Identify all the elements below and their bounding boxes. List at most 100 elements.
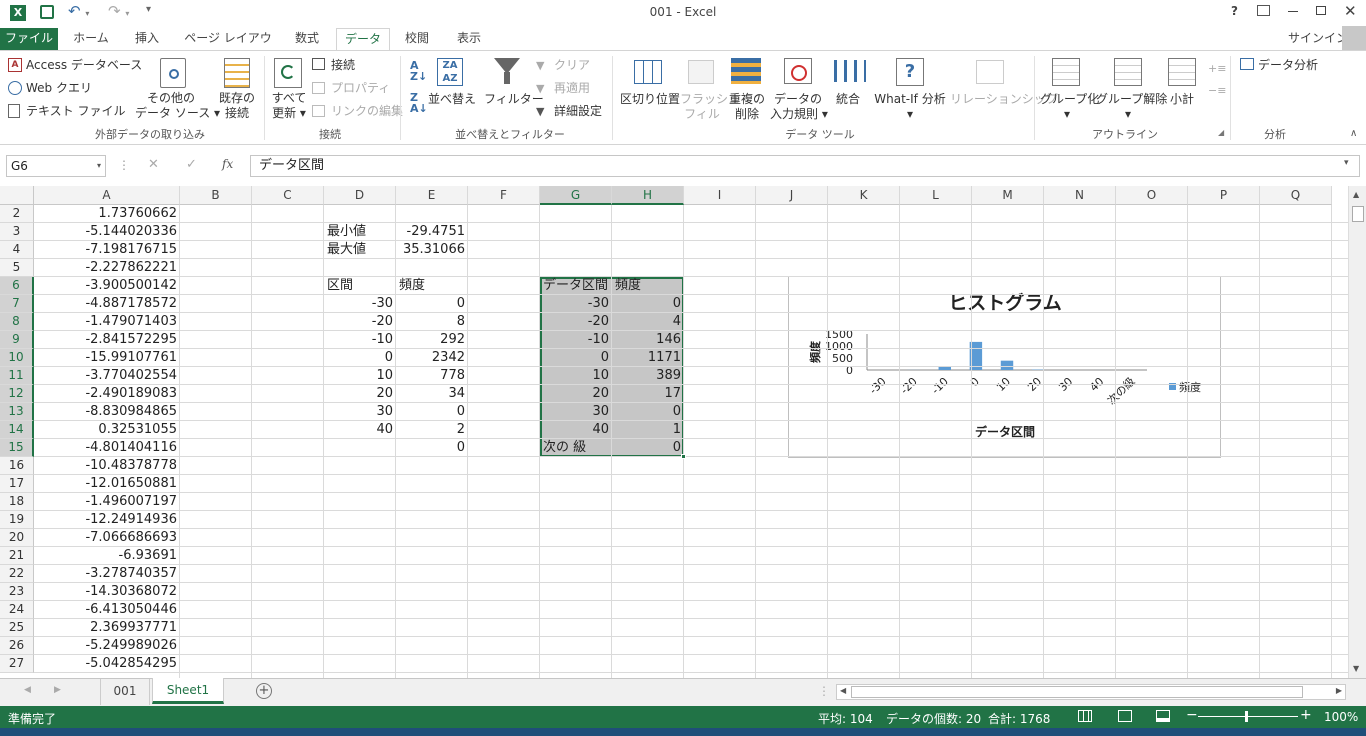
cell-freq[interactable]: 778	[396, 367, 468, 385]
cell-bin[interactable]: 30	[324, 403, 396, 421]
column-header-q[interactable]: Q	[1260, 186, 1332, 205]
row-header-10[interactable]: 10	[0, 349, 34, 367]
cell-freq[interactable]: 0	[396, 295, 468, 313]
scroll-right-icon[interactable]: ▶	[1336, 686, 1342, 695]
cell-max-label[interactable]: 最大値	[324, 241, 396, 259]
cell-a[interactable]: -2.490189083	[34, 385, 180, 403]
cell-data-bin[interactable]: 0	[540, 349, 612, 367]
row-header-13[interactable]: 13	[0, 403, 34, 421]
existing-connections-button[interactable]: 既存の 接続	[214, 91, 260, 121]
column-header-g[interactable]: G	[540, 186, 612, 205]
expand-formula-icon[interactable]: ▾	[1344, 158, 1349, 168]
cell-bin[interactable]: -10	[324, 331, 396, 349]
cell-a[interactable]: 1.73760662	[34, 205, 180, 223]
row-header-27[interactable]: 27	[0, 655, 34, 673]
cell-data-freq[interactable]: 0	[612, 439, 684, 457]
advanced-filter-button[interactable]: 詳細設定	[554, 104, 602, 119]
minimize-button[interactable]	[1288, 11, 1298, 12]
row-header-3[interactable]: 3	[0, 223, 34, 241]
normal-view-icon[interactable]	[1078, 710, 1092, 722]
cell-freq[interactable]: 2	[396, 421, 468, 439]
select-all-corner[interactable]	[0, 186, 34, 205]
tab-review[interactable]: 校閲	[396, 28, 438, 50]
cell-a[interactable]: -3.278740357	[34, 565, 180, 583]
from-web-button[interactable]: Web クエリ	[26, 81, 92, 96]
insert-function-icon[interactable]: fx	[222, 157, 233, 171]
redo-icon[interactable]: ↷ ▾	[108, 2, 129, 20]
cell-a[interactable]: -7.066686693	[34, 529, 180, 547]
cell-data-freq[interactable]: 17	[612, 385, 684, 403]
row-header-8[interactable]: 8	[0, 313, 34, 331]
h-scrollbar-thumb[interactable]	[851, 686, 1303, 698]
cell-bin[interactable]: 20	[324, 385, 396, 403]
cell-freq[interactable]: 292	[396, 331, 468, 349]
row-header-2[interactable]: 2	[0, 205, 34, 223]
tab-formulas[interactable]: 数式	[284, 28, 330, 50]
cell-a[interactable]: -2.227862221	[34, 259, 180, 277]
cell-data-freq[interactable]: 389	[612, 367, 684, 385]
outline-dialog-launcher-icon[interactable]: ◢	[1218, 128, 1224, 137]
sort-desc-icon[interactable]: Z A↓	[410, 92, 428, 114]
row-header-18[interactable]: 18	[0, 493, 34, 511]
cell-a[interactable]: -6.93691	[34, 547, 180, 565]
cell-bin[interactable]: -20	[324, 313, 396, 331]
what-if-button[interactable]: What-If 分析 ▾	[872, 92, 948, 122]
group-button[interactable]: グループ化 ▾	[1040, 92, 1099, 122]
row-header-20[interactable]: 20	[0, 529, 34, 547]
subtotal-button[interactable]: 小計	[1170, 92, 1194, 107]
page-break-view-icon[interactable]	[1156, 710, 1170, 722]
column-header-f[interactable]: F	[468, 186, 540, 205]
tab-page-layout[interactable]: ページ レイアウト	[180, 28, 276, 65]
row-header-25[interactable]: 25	[0, 619, 34, 637]
cell-a[interactable]: -8.830984865	[34, 403, 180, 421]
remove-duplicates-button[interactable]: 重複の 削除	[726, 92, 768, 122]
cell-a[interactable]: -1.496007197	[34, 493, 180, 511]
sheet-tab-sheet1[interactable]: Sheet1	[152, 678, 224, 704]
row-header-5[interactable]: 5	[0, 259, 34, 277]
column-header-o[interactable]: O	[1116, 186, 1188, 205]
column-header-b[interactable]: B	[180, 186, 252, 205]
cell-freq-header[interactable]: 頻度	[396, 277, 468, 295]
fill-handle[interactable]	[681, 454, 686, 459]
cell-a[interactable]: -15.99107761	[34, 349, 180, 367]
row-header-9[interactable]: 9	[0, 331, 34, 349]
zoom-slider[interactable]	[1198, 711, 1298, 722]
cell-a[interactable]: -2.841572295	[34, 331, 180, 349]
cell-a[interactable]: -7.198176715	[34, 241, 180, 259]
cell-data-bin[interactable]: -30	[540, 295, 612, 313]
consolidate-button[interactable]: 統合	[836, 92, 860, 107]
cell-a[interactable]: -5.144020336	[34, 223, 180, 241]
cell-data-freq[interactable]: 0	[612, 295, 684, 313]
column-header-m[interactable]: M	[972, 186, 1044, 205]
column-header-k[interactable]: K	[828, 186, 900, 205]
page-layout-view-icon[interactable]	[1118, 710, 1132, 722]
worksheet-grid[interactable]: ▲ ▼ ヒストグラム 頻度 1500 1000 500 0 -30 -20 -10 0 10 20 30…	[0, 186, 1366, 678]
column-header-i[interactable]: I	[684, 186, 756, 205]
row-header-15[interactable]: 15	[0, 439, 34, 457]
cell-bin-header[interactable]: 区間	[324, 277, 396, 295]
chevron-down-icon[interactable]: ▾	[97, 156, 101, 176]
cell-bin[interactable]: 0	[324, 349, 396, 367]
row-header-21[interactable]: 21	[0, 547, 34, 565]
quick-access-customize-icon[interactable]: ▾	[146, 4, 151, 15]
row-header-6[interactable]: 6	[0, 277, 34, 295]
row-header-26[interactable]: 26	[0, 637, 34, 655]
scrollbar-thumb[interactable]	[1352, 206, 1364, 222]
scroll-left-icon[interactable]: ◀	[840, 686, 846, 695]
name-box[interactable]: G6 ▾	[6, 155, 106, 177]
tab-file[interactable]: ファイル	[0, 28, 58, 50]
clear-filter-button[interactable]: クリア	[554, 58, 590, 73]
cell-freq[interactable]: 0	[396, 439, 468, 457]
cell-bin[interactable]: 40	[324, 421, 396, 439]
row-header-16[interactable]: 16	[0, 457, 34, 475]
connections-button[interactable]: 接続	[331, 58, 355, 73]
sort-button[interactable]: 並べ替え	[428, 92, 476, 107]
cancel-icon[interactable]: ✕	[148, 157, 159, 172]
column-header-j[interactable]: J	[756, 186, 828, 205]
cell-data-bin[interactable]: 次の 級	[540, 439, 612, 457]
properties-button[interactable]: プロパティ	[331, 81, 390, 96]
cell-a[interactable]: -12.24914936	[34, 511, 180, 529]
histogram-chart[interactable]: ヒストグラム 頻度 1500 1000 500 0 -30 -20 -10 0 10 20 30 40 次の…	[788, 276, 1221, 458]
row-header-24[interactable]: 24	[0, 601, 34, 619]
row-header-12[interactable]: 12	[0, 385, 34, 403]
